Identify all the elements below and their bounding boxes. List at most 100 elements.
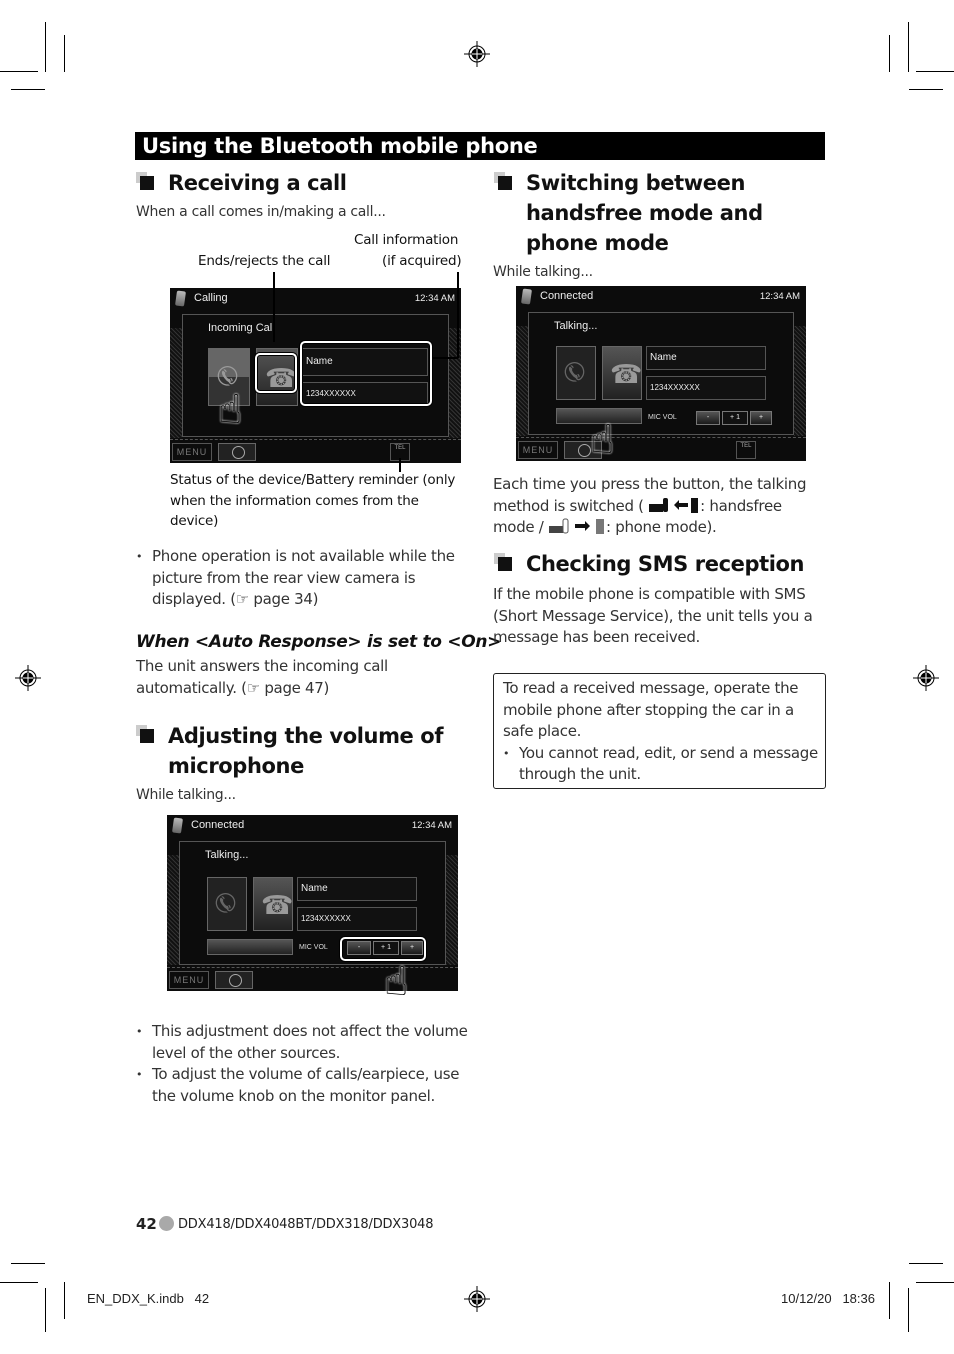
model-list: DDX418/DDX4048BT/DDX318/DDX3048 (178, 1217, 434, 1232)
crop-mark (908, 1288, 909, 1332)
bottom-bar (516, 437, 806, 461)
name-field: Name (646, 346, 766, 370)
end-call-button[interactable]: ☎ (253, 877, 293, 931)
side-texture (446, 855, 458, 965)
menu-button[interactable]: MENU (169, 971, 209, 989)
screen-titlebar: Connected 12:34 AM (167, 815, 458, 837)
name-field: Name (297, 877, 417, 901)
side-texture (794, 326, 806, 436)
phone-device-icon (172, 817, 183, 834)
side-texture (167, 855, 179, 965)
crop-mark (64, 35, 65, 72)
receiving-intro: When a call comes in/making a call... (136, 204, 386, 220)
slug-date: 10/12/20 18:36 (781, 1291, 875, 1306)
mic-volume-screen: Connected 12:34 AM Talking... ✆ ☎ Name 1… (167, 815, 458, 991)
crop-mark (909, 89, 943, 90)
page-dot-icon (159, 1216, 174, 1231)
screen-subtitle: Talking... (554, 320, 598, 332)
sms-text: If the mobile phone is compatible with S… (493, 585, 813, 646)
receiving-bullet: Phone operation is not available while t… (136, 546, 456, 611)
heading-square-icon (136, 172, 154, 190)
screen-title: Connected (540, 290, 594, 302)
switching-intro: While talking... (493, 264, 593, 280)
registration-mark-icon (464, 41, 490, 67)
sms-heading: Checking SMS reception (526, 552, 805, 576)
screen-clock: 12:34 AM (759, 291, 800, 302)
answer-call-button[interactable]: ✆ (207, 877, 247, 931)
phone-mode-label: : phone mode). (606, 518, 717, 536)
crop-mark (889, 35, 890, 72)
crop-mark (0, 71, 38, 72)
callout-end-call: Ends/rejects the call (198, 253, 331, 269)
mic-vol-label: MIC VOL (299, 944, 328, 951)
handset-answer-icon: ✆ (556, 355, 594, 389)
tel-status-indicator: TEL (736, 441, 756, 459)
heading-square-icon (494, 553, 512, 571)
screen-title: Connected (191, 819, 245, 831)
pointing-hand-icon: ☝ (590, 417, 615, 463)
end-call-button[interactable]: ☎ (602, 346, 642, 400)
nav-button[interactable] (215, 971, 253, 989)
phone-mode-icon (548, 518, 606, 534)
callout-call-info-1: Call information (354, 232, 459, 248)
handset-hangup-icon: ☎ (610, 359, 643, 389)
screen-clock: 12:34 AM (411, 820, 452, 831)
nav-button[interactable] (218, 443, 256, 461)
phone-device-icon (175, 290, 186, 307)
crop-mark (64, 1282, 65, 1319)
answer-call-button[interactable]: ✆ (556, 346, 596, 400)
mic-vol-minus-button[interactable]: - (696, 411, 720, 425)
mic-vol-highlight (340, 937, 426, 961)
slug-file: EN_DDX_K.indb 42 (87, 1291, 210, 1306)
mic-vol-label: MIC VOL (648, 414, 677, 421)
sms-note-box: To read a received message, operate the … (493, 673, 826, 789)
phone-device-icon (521, 288, 532, 305)
switching-text: Each time you press the button, the talk… (493, 474, 823, 539)
sms-note-bullet: You cannot read, edit, or send a message… (503, 743, 818, 786)
heading-square-icon (494, 172, 512, 190)
handsfree-mode-icon (648, 497, 700, 513)
callout-status: Status of the device/Battery reminder (o… (170, 472, 456, 529)
microphone-bullet: To adjust the volume of calls/earpiece, … (136, 1064, 476, 1107)
end-call-highlight (255, 353, 297, 393)
mic-vol-value: + 1 (722, 411, 748, 425)
handset-hangup-icon: ☎ (261, 890, 294, 920)
crop-mark (45, 1288, 46, 1332)
microphone-bullet: This adjustment does not affect the volu… (136, 1021, 476, 1064)
side-texture (449, 328, 461, 438)
menu-button[interactable]: MENU (518, 441, 558, 459)
mic-vol-plus-button[interactable]: + (750, 411, 772, 425)
heading-square-icon (136, 725, 154, 743)
crop-mark (45, 22, 46, 72)
registration-mark-icon (913, 665, 939, 691)
screen-titlebar: Connected 12:34 AM (516, 286, 806, 308)
crop-mark (916, 1282, 954, 1283)
bottom-bar (170, 439, 461, 463)
crop-mark (0, 1282, 38, 1283)
crop-mark (889, 1282, 890, 1319)
pointing-hand-icon: ☝ (218, 387, 243, 433)
talk-mode-switch-button[interactable] (207, 939, 293, 955)
callout-line (432, 357, 458, 359)
crop-mark (11, 89, 45, 90)
crop-mark (909, 1263, 943, 1264)
microphone-heading: Adjusting the volume of microphone (168, 724, 444, 778)
registration-mark-icon (15, 665, 41, 691)
number-field: 1234XXXXXX (297, 907, 417, 931)
screen-titlebar: Calling 12:34 AM (170, 288, 461, 310)
auto-response-heading: When <Auto Response> is set to <On> (136, 632, 502, 652)
sms-note-text: To read a received message, operate the … (503, 679, 799, 740)
microphone-intro: While talking... (136, 787, 236, 803)
switching-screen: Connected 12:34 AM Talking... ✆ ☎ Name 1… (516, 286, 806, 461)
section-banner: Using the Bluetooth mobile phone (135, 132, 825, 160)
side-texture (516, 326, 528, 436)
auto-response-text: The unit answers the incoming call autom… (136, 657, 388, 697)
registration-mark-icon (464, 1286, 490, 1312)
side-texture (170, 328, 182, 438)
screen-title: Calling (194, 292, 228, 304)
screen-clock: 12:34 AM (414, 293, 455, 304)
callout-line (457, 272, 459, 358)
menu-button[interactable]: MENU (172, 443, 212, 461)
crop-mark (908, 22, 909, 72)
screen-subtitle: Incoming Call (208, 322, 275, 334)
